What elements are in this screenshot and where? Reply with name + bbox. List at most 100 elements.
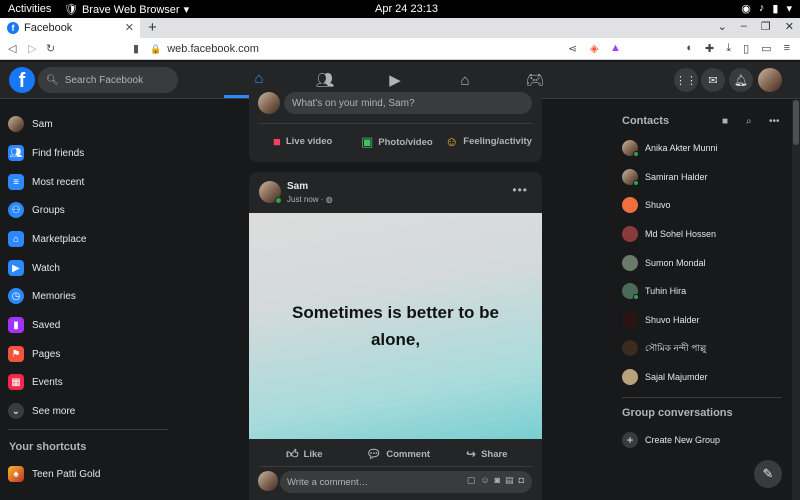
comment-button[interactable]: 💬︎ Comment [366, 447, 430, 461]
contact-item[interactable]: Sajal Majumder [622, 365, 708, 389]
video-call-icon[interactable]: ■ [722, 116, 728, 127]
back-icon[interactable]: ◁ [8, 42, 16, 55]
minimize-icon[interactable]: – [741, 20, 747, 33]
messenger-button[interactable]: ✉ [701, 68, 725, 92]
account-avatar[interactable] [758, 68, 782, 92]
contact-item[interactable]: সৌমিক নন্দী পাল্লু [622, 336, 706, 360]
close-window-icon[interactable]: ✕ [785, 20, 794, 33]
close-tab-icon[interactable]: ✕ [125, 21, 134, 34]
wallet-icon[interactable]: ◐ [686, 42, 693, 55]
sidebar-item-pages[interactable]: ⚑ Pages [8, 342, 60, 366]
contact-item[interactable]: Shuvo Halder [622, 308, 700, 332]
system-tray[interactable]: ◉ ♪ ▮ ▾ [741, 2, 792, 15]
post-more-options-icon[interactable]: ••• [512, 183, 528, 197]
menu-grid-button[interactable]: ⋮⋮ [674, 68, 698, 92]
sidebar-icon[interactable]: ▯ [743, 42, 749, 55]
feeling-activity-button[interactable]: ☺ Feeling/activity [445, 134, 532, 149]
sidebar-item-profile[interactable]: Sam [8, 112, 53, 136]
online-status-icon [633, 180, 639, 186]
contact-item[interactable]: Shuvo [622, 193, 671, 217]
create-new-group-button[interactable]: + Create New Group [622, 432, 720, 448]
left-sidebar: Sam 👥︎ Find friends ≡ Most recent ⚇ Grou… [0, 100, 175, 500]
sidebar-item-memories[interactable]: ◷ Memories [8, 284, 76, 308]
contact-item[interactable]: Md Sohel Hossen [622, 222, 716, 246]
contact-name: Shuvo Halder [645, 315, 700, 325]
sidebar-item-see-more[interactable]: ⌄ See more [8, 399, 75, 423]
reload-icon[interactable]: ↻ [46, 42, 55, 55]
share-icon[interactable]: ⋖ [568, 42, 577, 55]
share-icon: ↪ [466, 447, 477, 461]
sidebar-item-watch[interactable]: ▶ Watch [8, 256, 60, 280]
search-box[interactable]: 🔍︎ [38, 67, 178, 93]
facebook-logo[interactable]: f [9, 67, 35, 93]
sidebar-item-label: Watch [32, 262, 60, 274]
gif-icon[interactable]: ▤ [505, 475, 514, 486]
brave-rewards-icon[interactable]: ▲ [610, 42, 621, 54]
avatar-sticker-icon[interactable]: ▢ [467, 475, 476, 486]
comment-input[interactable]: Write a comment… ▢ ☺ ◙ ▤ ◘ [280, 471, 532, 493]
contact-item[interactable]: Tuhin Hira [622, 279, 686, 303]
brave-icon: 🛡 [64, 4, 78, 16]
sidebar-item-most-recent[interactable]: ≡ Most recent [8, 170, 84, 194]
maximize-icon[interactable]: ❐ [761, 20, 771, 33]
post-text: Sometimes is better to be alone, [292, 303, 499, 349]
avatar[interactable] [258, 92, 280, 114]
search-input[interactable] [64, 74, 175, 86]
menu-icon[interactable]: ≡ [784, 42, 790, 55]
emoji-icon[interactable]: ☺ [480, 475, 489, 486]
scrollbar[interactable] [792, 100, 800, 500]
contact-item[interactable]: Sumon Mondal [622, 251, 706, 275]
app-menu[interactable]: 🛡 Brave Web Browser ▾ [64, 3, 189, 17]
composer-input[interactable]: What's on your mind, Sam? [284, 92, 532, 114]
sidebar-item-marketplace[interactable]: ⌂ Marketplace [8, 227, 86, 251]
bookmark-icon[interactable]: ▮ [133, 42, 139, 55]
scrollbar-thumb[interactable] [793, 100, 799, 145]
wallet-panel-icon[interactable]: ▭ [761, 42, 771, 55]
shortcut-item[interactable]: ♠ Teen Patti Gold [8, 462, 100, 486]
tab-list-icon[interactable]: ⌄ [718, 20, 727, 33]
sidebar-item-label: Memories [32, 290, 76, 302]
download-icon[interactable]: ⤓ [726, 42, 731, 55]
post-timestamp[interactable]: Just now · ◍ [287, 195, 333, 204]
sidebar-item-events[interactable]: ▦ Events [8, 370, 63, 394]
grid-icon: ⋮⋮ [675, 74, 697, 87]
bell-icon: 🔔︎ [734, 74, 748, 87]
live-video-button[interactable]: ■ Live video [273, 134, 332, 149]
post-image[interactable]: Sometimes is better to be alone, [249, 213, 542, 439]
sidebar-item-groups[interactable]: ⚇ Groups [8, 198, 65, 222]
contact-item[interactable]: Samiran Halder [622, 165, 708, 189]
avatar[interactable] [258, 471, 278, 491]
address-bar[interactable]: 🔒 web.facebook.com [150, 40, 580, 58]
more-options-icon[interactable]: ••• [769, 116, 780, 127]
online-status-icon [633, 151, 639, 157]
share-button[interactable]: ↪ Share [466, 447, 507, 461]
public-globe-icon: ◍ [325, 195, 333, 204]
camera-icon[interactable]: ◙ [495, 475, 500, 486]
photo-video-button[interactable]: ▣ Photo/video [361, 134, 433, 150]
tab-facebook[interactable]: f Facebook ✕ [0, 18, 140, 38]
volume-icon: ♪ [758, 2, 765, 14]
clock[interactable]: Apr 24 23:13 [375, 3, 438, 15]
contact-name: Shuvo [645, 200, 671, 210]
create-group-label: Create New Group [645, 435, 721, 445]
watch-icon: ▶ [389, 72, 401, 89]
power-menu-icon: ▾ [786, 3, 792, 15]
search-icon[interactable]: ⌕ [746, 116, 752, 127]
sidebar-item-find-friends[interactable]: 👥︎ Find friends [8, 141, 84, 165]
notifications-button[interactable]: 🔔︎ [729, 68, 753, 92]
activities-button[interactable]: Activities [8, 3, 51, 15]
post-author[interactable]: Sam [287, 181, 308, 192]
sticker-icon[interactable]: ◘ [519, 475, 524, 486]
new-message-button[interactable]: ✎ [754, 460, 782, 488]
sidebar-item-label: Groups [32, 204, 65, 216]
like-button[interactable]: 👍︎ Like [286, 447, 323, 462]
contact-item[interactable]: Anika Akter Munni [622, 136, 718, 160]
tab-strip: f Facebook ✕ + ⌄ – ❐ ✕ [0, 18, 800, 38]
new-tab-button[interactable]: + [148, 19, 157, 36]
extensions-icon[interactable]: ✚ [705, 42, 714, 55]
action-label: Feeling/activity [463, 136, 532, 147]
sidebar-item-saved[interactable]: ▮ Saved [8, 313, 60, 337]
clock-icon: ◷ [8, 288, 24, 304]
brave-shields-icon[interactable]: ◈ [590, 42, 598, 55]
forward-icon[interactable]: ▷ [28, 42, 36, 55]
